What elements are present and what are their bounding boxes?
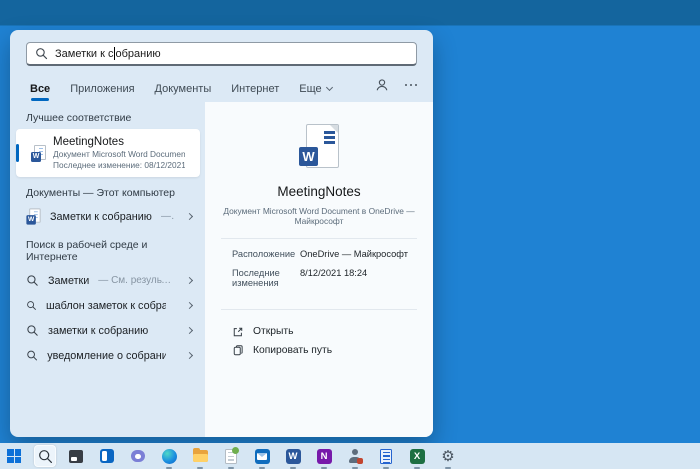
widgets-icon	[100, 449, 114, 463]
open-external-icon	[233, 327, 243, 336]
people-icon	[348, 449, 363, 464]
modified-row: Последние изменения 8/12/2021 18:24	[232, 268, 433, 288]
search-icon	[27, 350, 38, 361]
search-icon	[36, 48, 48, 60]
word-icon: W	[285, 448, 301, 464]
word-document-icon: W	[299, 124, 339, 172]
search-input[interactable]: Заметки к с обранию	[26, 42, 417, 66]
onenote-icon: N	[316, 448, 332, 464]
outlook-icon	[254, 448, 270, 464]
task-view-button[interactable]	[65, 445, 87, 467]
chevron-right-icon	[185, 351, 194, 360]
chevron-down-icon	[325, 83, 333, 92]
best-match-header: Лучшее соответствие	[26, 112, 132, 124]
result-preview-pane: W MeetingNotes Документ Microsoft Word D…	[205, 102, 433, 437]
best-match-title: MeetingNotes	[53, 136, 124, 148]
file-explorer-button[interactable]	[189, 445, 211, 469]
open-action[interactable]: Открыть	[232, 322, 433, 341]
expand-result-button[interactable]	[184, 325, 195, 336]
modified-value: 8/12/2021 18:24	[300, 268, 368, 278]
expand-result-button[interactable]	[184, 350, 195, 361]
chevron-right-icon	[185, 276, 194, 285]
chevron-right-icon	[185, 301, 194, 310]
search-results-list: Лучшее соответствие W MeetingNotes Докум…	[10, 102, 205, 437]
task-view-icon	[69, 449, 83, 463]
tab-web[interactable]: Интернет	[231, 83, 279, 95]
documents-section-header: Документы — Этот компьютер	[26, 187, 175, 199]
search-icon	[27, 301, 36, 310]
settings-gear-icon: ⚙	[441, 446, 455, 465]
todo-icon	[380, 448, 392, 464]
chevron-right-icon	[185, 212, 194, 221]
location-value: OneDrive — Майкрософт	[300, 249, 408, 259]
search-suggestion-row[interactable]: уведомление о собрании	[10, 343, 205, 368]
modified-label: Последние изменения	[232, 268, 280, 288]
start-icon	[7, 449, 21, 463]
todo-button[interactable]	[375, 445, 397, 469]
location-row: Расположение OneDrive — Майкрософт	[232, 249, 433, 259]
notes-document-button[interactable]	[220, 445, 242, 469]
excel-icon: X	[409, 448, 425, 464]
expand-result-button[interactable]	[184, 211, 195, 222]
best-match-subtitle: Документ Microsoft Word Document в OneDr…	[53, 149, 185, 159]
chat-icon	[131, 450, 145, 462]
expand-result-button[interactable]	[184, 275, 195, 286]
people-button[interactable]	[344, 445, 366, 469]
copy-path-action[interactable]: Копировать путь	[232, 341, 433, 360]
tab-more[interactable]: Еще	[299, 83, 333, 95]
document-result-row[interactable]: W Заметки к собранию — в Документах	[10, 204, 205, 229]
location-label: Расположение	[232, 249, 296, 259]
tab-all[interactable]: Все	[30, 83, 50, 101]
preview-title: MeetingNotes	[277, 184, 361, 199]
search-flyout-panel: Заметки к с обранию Все Приложения Докуме…	[10, 30, 433, 437]
chevron-right-icon	[185, 326, 194, 335]
web-section-header: Поиск в рабочей среде и Интернете	[26, 239, 148, 263]
outlook-button[interactable]	[251, 445, 273, 469]
copy-icon	[233, 344, 243, 355]
onenote-button[interactable]: N	[313, 445, 335, 469]
expand-result-button[interactable]	[184, 300, 195, 311]
search-icon	[38, 449, 52, 463]
chat-button[interactable]	[127, 445, 149, 467]
search-query-text: Заметки к с обранию	[55, 47, 161, 60]
search-filter-tabs: Все Приложения Документы Интернет Еще	[30, 78, 421, 101]
more-options-icon[interactable]	[404, 83, 417, 87]
search-taskbar-button[interactable]	[34, 445, 56, 467]
account-icon[interactable]	[375, 78, 389, 92]
word-document-icon: W	[26, 208, 41, 225]
excel-button[interactable]: X	[406, 445, 428, 469]
preview-subtitle: Документ Microsoft Word Document в OneDr…	[223, 206, 415, 226]
file-explorer-icon	[192, 448, 208, 462]
best-match-modified: Последнее изменение: 08/12/2021, 18:24	[53, 159, 185, 170]
edge-button[interactable]	[158, 445, 180, 469]
taskbar: W N X ⚙	[0, 443, 700, 469]
notes-document-icon	[225, 446, 239, 464]
search-icon	[27, 275, 38, 286]
word-document-icon: W	[31, 144, 46, 162]
tab-documents[interactable]: Документы	[155, 83, 212, 95]
search-suggestion-row[interactable]: шаблон заметок к собранию	[10, 293, 205, 318]
settings-button[interactable]: ⚙	[437, 445, 459, 469]
edge-icon	[161, 448, 177, 464]
tab-apps[interactable]: Приложения	[70, 83, 134, 95]
word-button[interactable]: W	[282, 445, 304, 469]
search-icon	[27, 325, 38, 336]
widgets-button[interactable]	[96, 445, 118, 467]
best-match-result[interactable]: W MeetingNotes Документ Microsoft Word D…	[16, 129, 200, 177]
start-button[interactable]	[3, 445, 25, 467]
search-suggestion-row[interactable]: заметки к собранию	[10, 318, 205, 343]
search-suggestion-row[interactable]: Заметки — См. результаты поиска в ...	[10, 268, 205, 293]
